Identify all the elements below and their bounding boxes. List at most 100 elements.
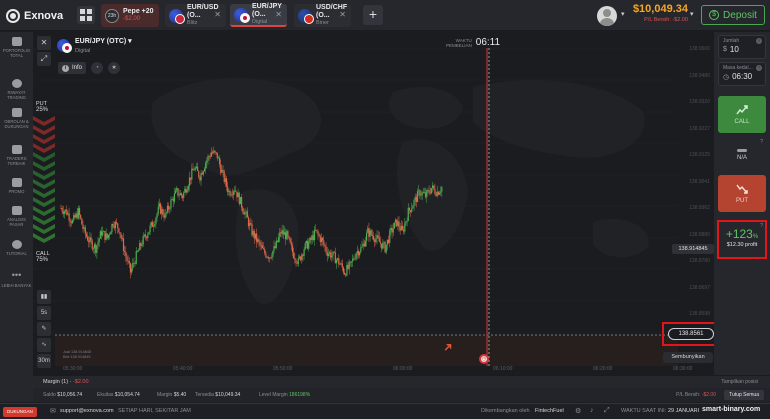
time-axis-tick: 05:30:00: [63, 366, 83, 372]
help-icon[interactable]: ?: [756, 65, 762, 71]
asset-header[interactable]: EUR/JPY (OTC) ▾ Digital: [57, 37, 132, 54]
sidebar-item-chat[interactable]: OBROLAN & DUKUNGAN: [0, 108, 33, 129]
price-chart[interactable]: ✕ ⤢ EUR/JPY (OTC) ▾ Digital i Info ◔ ★ P…: [33, 32, 714, 375]
sidebar-item-history[interactable]: RIWAYAT TRADING: [0, 79, 33, 100]
timeframe-button[interactable]: 5s: [37, 306, 51, 320]
chevron-down-icon[interactable]: ▾: [621, 10, 625, 18]
fullscreen-icon[interactable]: ⤢: [604, 407, 610, 415]
candle: [322, 237, 324, 241]
call-button[interactable]: CALL: [718, 96, 766, 133]
put-sentiment: PUT 25%: [36, 101, 48, 114]
candle: [376, 235, 378, 239]
purchase-timer: WAKTU PEMBELIAN 06:11: [446, 37, 500, 48]
logo[interactable]: Exnova: [6, 8, 72, 24]
sidebar-item-more[interactable]: ••• LEBIH BANYAK: [0, 270, 33, 289]
candle: [231, 194, 233, 196]
candle: [348, 262, 350, 269]
margin-summary[interactable]: Margin (1) · -$2.00: [43, 379, 89, 385]
call-label: CALL: [734, 119, 750, 125]
tab-usd-chf[interactable]: USD/CHF (O... Biner ✕: [294, 4, 351, 27]
amount-field[interactable]: Jumlah $10 ?: [718, 35, 766, 59]
hide-button[interactable]: Sembunyikan: [663, 352, 713, 363]
candle: [356, 251, 358, 254]
chart-type-icon[interactable]: ▮▮: [37, 290, 51, 304]
candle: [333, 251, 335, 253]
candle: [214, 150, 216, 153]
candle: [243, 211, 245, 215]
chevron-down-icon[interactable]: ▾: [690, 10, 694, 18]
candle: [199, 176, 201, 181]
expiry-field[interactable]: Masa kedal... ◷ 06:30 ?: [718, 62, 766, 86]
star-icon[interactable]: ★: [108, 62, 121, 74]
candle: [151, 221, 154, 227]
candle: [143, 234, 145, 236]
candle: [349, 261, 351, 263]
settings-icon[interactable]: ⚙: [575, 407, 581, 415]
candle: [363, 243, 365, 247]
call-chevron: [33, 206, 55, 216]
deposit-button[interactable]: $ Deposit: [701, 5, 765, 25]
candle: [166, 205, 169, 213]
show-positions-button[interactable]: Tampilkan posisi: [721, 379, 758, 385]
candle: [224, 178, 226, 182]
sidebar-item-analysis[interactable]: ANALISIS PASAR: [0, 206, 33, 227]
candle: [230, 194, 232, 196]
volume-icon[interactable]: ♪: [590, 407, 594, 414]
help-icon[interactable]: ?: [760, 139, 763, 145]
add-tab-button[interactable]: +: [363, 5, 383, 25]
candle: [354, 258, 356, 260]
candle: [206, 160, 208, 163]
candle: [408, 207, 411, 211]
close-tab-icon[interactable]: ✕: [339, 10, 346, 19]
candle: [441, 187, 443, 192]
bell-icon[interactable]: ◔: [91, 62, 104, 74]
support-email[interactable]: support@exnova.com: [60, 408, 114, 414]
candle: [65, 209, 67, 212]
expiry-marker-icon[interactable]: ◷: [479, 354, 489, 364]
candle: [374, 239, 376, 243]
candle: [427, 190, 429, 191]
call-chevron: [33, 152, 55, 162]
more-dots-icon: •••: [11, 270, 22, 280]
candle: [180, 193, 182, 196]
sidebar-item-top-traders[interactable]: TRADERS TERBAIK: [0, 145, 33, 166]
help-icon[interactable]: ?: [760, 223, 763, 229]
candle: [121, 238, 123, 240]
candle: [80, 214, 82, 219]
avatar[interactable]: [597, 6, 617, 26]
sidebar-item-tutorial[interactable]: TUTORIAL: [0, 240, 33, 256]
briefcase-icon: [11, 37, 22, 46]
tab-eur-usd[interactable]: EUR/USD (O... Blitz ✕: [165, 4, 226, 27]
period-button[interactable]: 30m: [37, 354, 51, 368]
pencil-icon[interactable]: ✎: [37, 322, 51, 336]
tab-pepe[interactable]: 23h Pepe +20 -$2.00: [101, 4, 159, 27]
close-icon[interactable]: ✕: [37, 36, 51, 50]
candle: [229, 191, 231, 196]
balance-display[interactable]: $10,049.34 P/L Bersih: -$2.00: [628, 3, 688, 23]
candle: [250, 223, 252, 225]
candle: [315, 229, 317, 231]
trade-info: Jual 138.914845 Beli 138.914845: [63, 350, 91, 360]
candle: [227, 186, 229, 193]
stat-margin: Margin $5.40: [157, 392, 187, 398]
candle: [146, 236, 148, 239]
candle: [390, 227, 392, 231]
tab-eur-jpy[interactable]: EUR/JPY (O... Digital ✕: [230, 3, 287, 27]
candle: [99, 231, 101, 239]
close-all-button[interactable]: Tutup Semua: [724, 390, 764, 400]
expand-icon[interactable]: ⤢: [37, 52, 51, 66]
candle: [283, 232, 286, 235]
close-tab-icon[interactable]: ✕: [214, 10, 221, 19]
sidebar-item-promo[interactable]: PROMO: [0, 178, 33, 194]
indicators-icon[interactable]: ∿: [37, 338, 51, 352]
put-button[interactable]: PUT: [718, 175, 766, 212]
close-tab-icon[interactable]: ✕: [275, 10, 282, 19]
support-button[interactable]: DUKUNGAN: [3, 407, 37, 417]
candle: [346, 264, 348, 276]
info-button[interactable]: i Info: [58, 62, 87, 74]
apps-grid-button[interactable]: [77, 6, 95, 24]
candle: [193, 169, 195, 171]
help-icon[interactable]: ?: [756, 38, 762, 44]
candle: [119, 232, 121, 235]
sidebar-item-portfolio[interactable]: PORTOFOLIO TOTAL: [0, 37, 33, 58]
